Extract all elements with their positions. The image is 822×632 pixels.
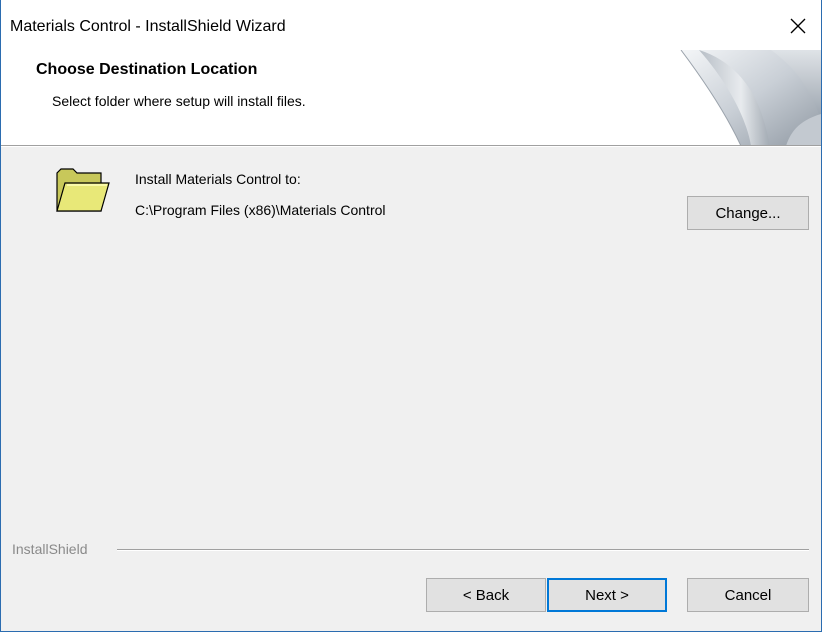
header-divider xyxy=(1,146,821,147)
installshield-brand: InstallShield xyxy=(12,541,88,557)
header-title: Choose Destination Location xyxy=(36,61,258,78)
change-button[interactable]: Change... xyxy=(687,196,809,230)
page-curl-graphic-icon xyxy=(680,50,821,145)
cancel-button[interactable]: Cancel xyxy=(687,578,809,612)
wizard-header: Choose Destination Location Select folde… xyxy=(1,50,821,146)
header-subtitle: Select folder where setup will install f… xyxy=(52,93,306,109)
folder-icon xyxy=(56,168,110,212)
next-button[interactable]: Next > xyxy=(547,578,667,612)
title-bar[interactable]: Materials Control - InstallShield Wizard xyxy=(1,0,821,50)
destination-label: Install Materials Control to: xyxy=(135,171,301,187)
window-title: Materials Control - InstallShield Wizard xyxy=(10,18,286,35)
installshield-brand-row: InstallShield xyxy=(1,538,821,560)
back-button[interactable]: < Back xyxy=(426,578,546,612)
close-icon xyxy=(790,18,806,34)
installer-window: Materials Control - InstallShield Wizard… xyxy=(0,0,822,632)
destination-path: C:\Program Files (x86)\Materials Control xyxy=(135,202,386,218)
footer-divider xyxy=(117,549,809,551)
close-button[interactable] xyxy=(775,8,821,44)
